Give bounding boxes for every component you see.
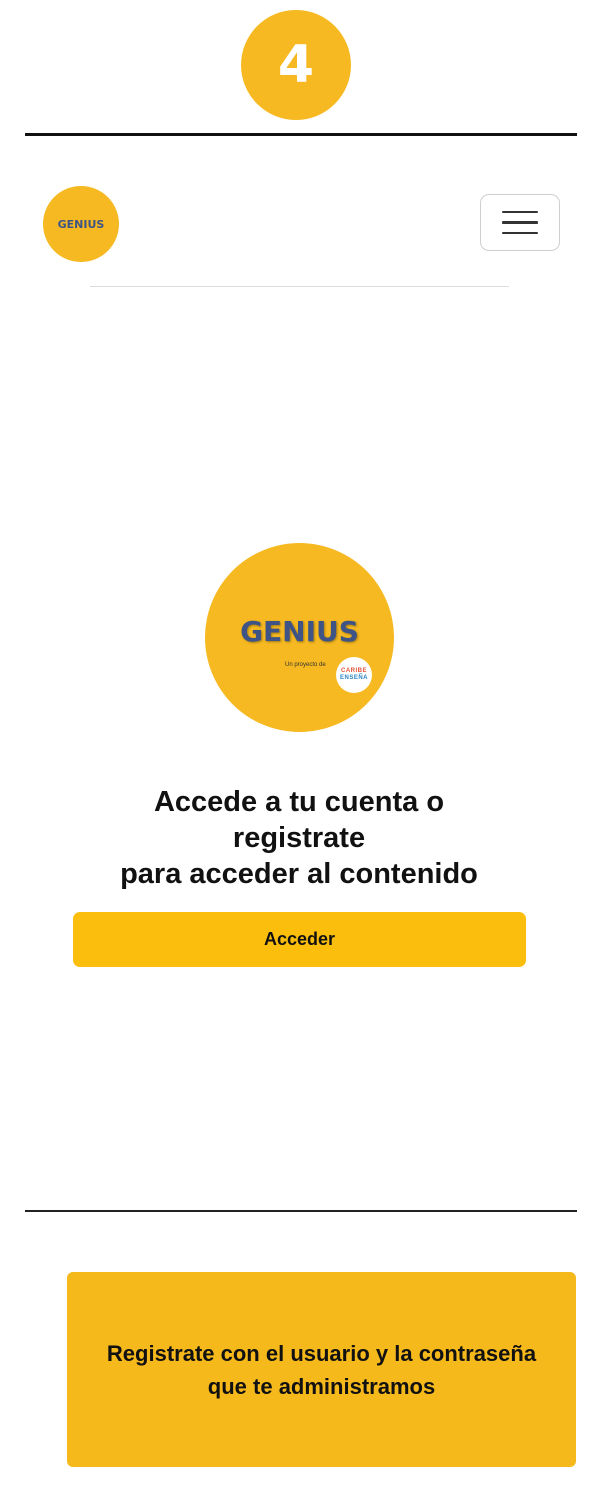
navbar-toggle-button[interactable] <box>480 194 560 251</box>
bottom-divider <box>25 1210 577 1212</box>
navbar-logo[interactable]: GENIUS <box>43 186 119 262</box>
navbar-divider <box>90 286 509 287</box>
logo-subtitle: Un proyecto de <box>285 662 326 668</box>
partner-logo-line1: CARIBE <box>340 668 367 674</box>
access-button[interactable]: Acceder <box>73 912 526 967</box>
instruction-line1: Registrate con el usuario y la contraseñ… <box>106 1340 537 1366</box>
login-heading: Accede a tu cuenta o registrate para acc… <box>40 784 558 892</box>
step-number-badge: 4 <box>241 10 351 120</box>
instruction-callout: Registrate con el usuario y la contraseñ… <box>67 1272 576 1467</box>
login-heading-line2: registrate <box>232 822 366 854</box>
logo-title: GENIUS <box>240 615 359 648</box>
hamburger-menu-icon <box>502 210 538 214</box>
partner-logo-line2: ENSEÑA <box>339 675 368 681</box>
genius-logo: GENIUS Un proyecto de CARIBE ENSEÑA <box>205 543 394 732</box>
top-divider <box>25 133 577 136</box>
partner-logo: CARIBE ENSEÑA <box>336 657 372 693</box>
login-heading-line3: para acceder al contenido <box>120 858 478 890</box>
instruction-line2: que te administramos <box>207 1373 436 1399</box>
login-heading-line1: Accede a tu cuenta o <box>153 786 445 818</box>
